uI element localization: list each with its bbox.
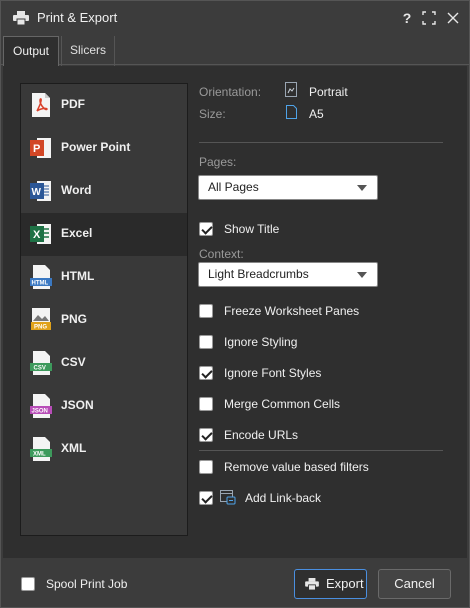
printer-icon	[305, 578, 319, 590]
chevron-down-icon	[357, 272, 367, 278]
format-label: PNG	[61, 312, 88, 326]
context-select-value: Light Breadcrumbs	[208, 267, 309, 281]
context-select[interactable]: Light Breadcrumbs	[198, 262, 378, 287]
png-file-icon: PNG	[31, 308, 51, 331]
ignore-styling-checkbox[interactable]	[199, 335, 213, 349]
format-item-csv[interactable]: CSV CSV	[21, 342, 187, 385]
close-icon	[447, 12, 459, 24]
title-bar: Print & Export ?	[1, 1, 469, 35]
format-item-png[interactable]: PNG PNG	[21, 299, 187, 342]
show-title-label: Show Title	[224, 222, 280, 236]
maximize-button[interactable]	[421, 9, 437, 27]
excel-file-icon: X	[30, 224, 51, 244]
pdf-file-icon	[32, 93, 50, 117]
show-title-checkbox[interactable]	[199, 222, 213, 236]
spool-print-label: Spool Print Job	[46, 577, 128, 591]
format-item-xml[interactable]: XML XML	[21, 428, 187, 471]
tab-strip: Output Slicers	[1, 35, 469, 66]
format-label: HTML	[61, 269, 95, 283]
format-label: CSV	[61, 355, 86, 369]
dialog-title: Print & Export	[37, 10, 118, 25]
word-file-icon: W	[30, 181, 51, 201]
pages-select-value: All Pages	[208, 180, 259, 194]
freeze-panes-checkbox[interactable]	[199, 304, 213, 318]
help-button[interactable]: ?	[399, 9, 415, 27]
cancel-button[interactable]: Cancel	[378, 569, 451, 599]
csv-file-icon: CSV	[30, 351, 52, 375]
tab-output[interactable]: Output	[3, 36, 59, 66]
svg-text:XML: XML	[33, 452, 46, 458]
powerpoint-file-icon: P	[30, 138, 51, 158]
close-button[interactable]	[445, 9, 461, 27]
xml-file-icon: XML	[30, 437, 52, 461]
format-label: PDF	[61, 97, 85, 111]
pages-select[interactable]: All Pages	[198, 175, 378, 200]
format-item-word[interactable]: W Word	[21, 170, 187, 213]
maximize-icon	[422, 11, 436, 25]
orientation-label: Orientation:	[199, 85, 262, 99]
svg-text:CSV: CSV	[34, 366, 46, 372]
format-label: JSON	[61, 398, 94, 412]
format-list: PDF P Power Point W Word X Excel HTML HT…	[20, 83, 188, 536]
remove-filters-checkbox[interactable]	[199, 460, 213, 474]
export-button[interactable]: Export	[294, 569, 367, 599]
orientation-value[interactable]: Portrait	[309, 85, 348, 99]
ignore-font-styles-checkbox[interactable]	[199, 366, 213, 380]
size-label: Size:	[199, 107, 226, 121]
export-label: Export	[326, 576, 364, 591]
format-item-json[interactable]: JSON JSON	[21, 385, 187, 428]
link-back-checkbox[interactable]	[199, 491, 213, 505]
merge-cells-label: Merge Common Cells	[224, 397, 341, 411]
printer-icon	[13, 11, 29, 25]
merge-cells-checkbox[interactable]	[199, 397, 213, 411]
svg-text:JSON: JSON	[32, 409, 48, 415]
encode-urls-label: Encode URLs	[224, 428, 299, 442]
divider	[199, 450, 443, 451]
link-back-label: Add Link-back	[245, 491, 322, 505]
pages-label: Pages:	[199, 155, 237, 169]
spool-print-checkbox[interactable]	[21, 577, 35, 591]
format-item-html[interactable]: HTML HTML	[21, 256, 187, 299]
encode-urls-checkbox[interactable]	[199, 428, 213, 442]
tab-slicers[interactable]: Slicers	[61, 36, 115, 66]
chevron-down-icon	[357, 185, 367, 191]
format-item-pdf[interactable]: PDF	[21, 84, 187, 127]
html-file-icon: HTML	[30, 265, 52, 289]
format-item-powerpoint[interactable]: P Power Point	[21, 127, 187, 170]
format-label: XML	[61, 441, 87, 455]
remove-filters-label: Remove value based filters	[224, 460, 369, 474]
ignore-font-styles-label: Ignore Font Styles	[224, 366, 322, 380]
json-file-icon: JSON	[30, 394, 52, 418]
format-label: Excel	[61, 226, 93, 240]
svg-text:X: X	[33, 229, 41, 241]
context-label: Context:	[199, 247, 244, 261]
dialog-footer: Spool Print Job Export Cancel	[1, 559, 469, 607]
format-label: Power Point	[61, 140, 131, 154]
svg-text:PNG: PNG	[34, 325, 47, 331]
portrait-page-icon[interactable]	[285, 82, 297, 97]
format-item-excel[interactable]: X Excel	[21, 213, 187, 256]
divider	[199, 142, 443, 143]
svg-text:P: P	[33, 143, 40, 155]
size-value[interactable]: A5	[309, 107, 324, 121]
ignore-styling-label: Ignore Styling	[224, 335, 298, 349]
svg-text:W: W	[32, 187, 42, 198]
output-panel: PDF P Power Point W Word X Excel HTML HT…	[3, 66, 467, 558]
svg-text:HTML: HTML	[32, 281, 49, 287]
format-label: Word	[61, 183, 92, 197]
link-icon	[220, 490, 236, 505]
page-size-icon[interactable]	[286, 105, 297, 119]
freeze-panes-label: Freeze Worksheet Panes	[224, 304, 360, 318]
print-export-dialog: Print & Export ? Output Slicers PDF P Po…	[0, 0, 470, 608]
